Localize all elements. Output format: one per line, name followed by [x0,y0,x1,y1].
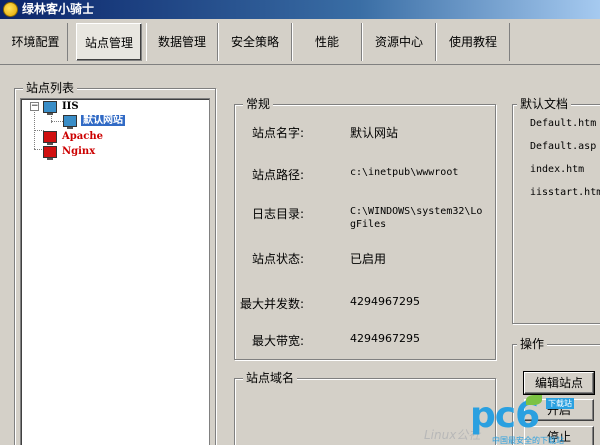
default-doc-item[interactable]: Default.asp [530,141,596,152]
site-name-label: 站点名字: [251,126,304,140]
max-bandwidth-label: 最大带宽: [251,334,304,348]
stop-button[interactable]: 停止 [524,426,594,445]
site-path-value: c:\inetpub\wwwroot [350,167,459,178]
tree-collapse-icon[interactable]: − [30,102,39,111]
tree-connector [34,109,35,149]
tree-item-apache[interactable]: Apache [62,130,103,144]
watermark-ghost-text: Linux公社 [424,428,481,442]
tree-connector [51,121,63,122]
site-path-label: 站点路径: [251,168,304,182]
tab-data-management[interactable]: 数据管理 [146,23,218,61]
default-doc-item[interactable]: index.htm [530,164,584,175]
tab-bar: 环境配置 站点管理 数据管理 安全策略 性能 资源中心 使用教程 [0,19,600,65]
max-connections-label: 最大并发数: [239,297,304,311]
default-docs-group: 默认文档 [512,97,600,324]
max-bandwidth-value: 4294967295 [350,332,420,345]
site-status-label: 站点状态: [251,252,304,266]
window-title: 绿林客小骑士 [22,2,95,16]
tab-env-config[interactable]: 环境配置 [4,23,68,61]
tab-site-management[interactable]: 站点管理 [76,23,142,61]
site-tree[interactable]: − IIS 默认网站 Apache Nginx [20,98,210,445]
operations-title: 操作 [517,337,548,351]
site-name-value: 默认网站 [350,126,399,140]
server-blue-icon [43,101,57,115]
site-status-value: 已启用 [350,252,387,266]
start-button[interactable]: 开启 [524,399,594,421]
site-list-title: 站点列表 [23,81,78,95]
log-dir-value: C:\WINDOWS\system32\LogFiles [350,206,483,230]
server-red-icon [43,131,57,145]
default-doc-item[interactable]: Default.htm [530,118,596,129]
website-blue-icon [63,115,77,129]
tab-tutorial[interactable]: 使用教程 [436,23,510,61]
server-red-icon [43,146,57,160]
default-doc-item[interactable]: iisstart.htm [530,187,600,198]
max-connections-value: 4294967295 [350,295,420,308]
tab-resource-center[interactable]: 资源中心 [362,23,436,61]
general-title: 常规 [243,97,274,111]
general-group: 常规 [234,97,496,360]
tab-security-policy[interactable]: 安全策略 [218,23,292,61]
app-icon [3,2,18,17]
tab-performance[interactable]: 性能 [292,23,362,61]
log-dir-label: 日志目录: [251,207,304,221]
title-bar: 绿林客小骑士 [0,0,600,19]
selected-site-label: 默认网站 [81,115,125,126]
tree-item-iis[interactable]: IIS [62,100,79,114]
tree-item-nginx[interactable]: Nginx [62,145,95,159]
edit-site-button[interactable]: 编辑站点 [523,371,595,395]
default-docs-title: 默认文档 [517,97,572,111]
tree-item-default-website[interactable]: 默认网站 [81,114,125,128]
site-domain-title: 站点域名 [243,371,298,385]
